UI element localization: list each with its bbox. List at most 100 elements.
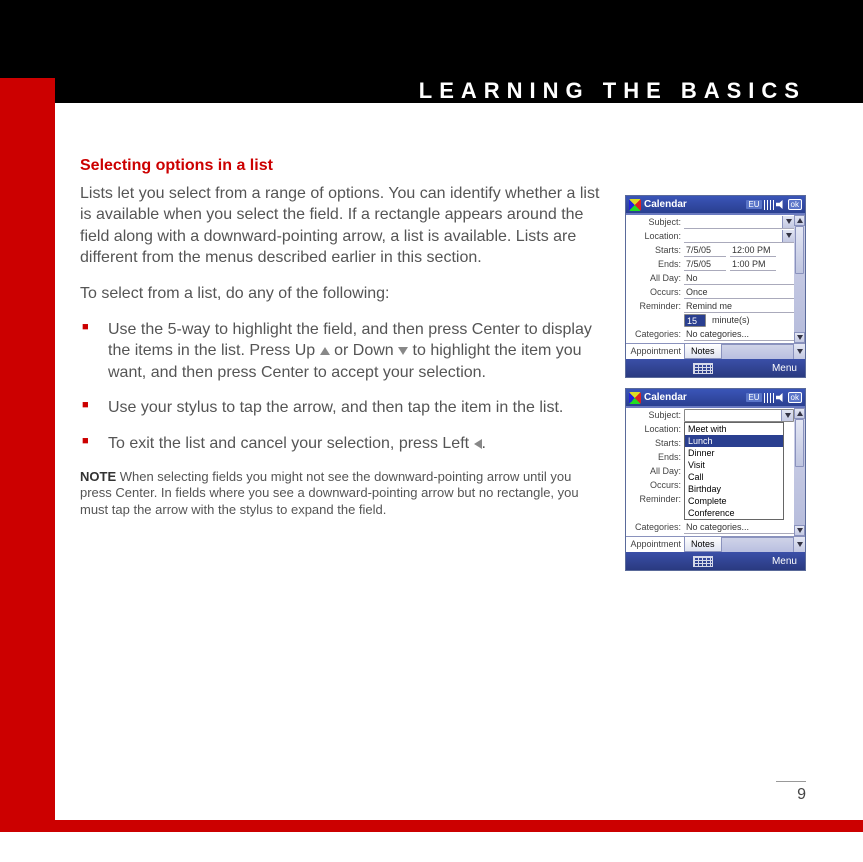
reminder-label: Reminder:: [626, 494, 684, 504]
scroll-thumb[interactable]: [795, 419, 804, 467]
dropdown-arrow-icon[interactable]: [793, 537, 805, 552]
pda1-bottom-bar: Menu: [626, 359, 805, 377]
eu-badge: EU: [746, 393, 761, 402]
categories-label: Categories:: [626, 522, 684, 532]
occurs-label: Occurs:: [626, 480, 684, 490]
ok-button[interactable]: ok: [788, 199, 802, 210]
bullet-1: Use the 5-way to highlight the field, an…: [80, 319, 600, 384]
notes-tab[interactable]: Notes: [684, 537, 722, 552]
list-item[interactable]: Visit: [685, 459, 783, 471]
scroll-thumb[interactable]: [795, 226, 804, 274]
left-icon: [474, 439, 482, 449]
keyboard-icon[interactable]: [693, 363, 713, 374]
location-label: Location:: [626, 231, 684, 241]
location-field[interactable]: [684, 230, 794, 243]
pda2-status-icons: EU ok: [746, 392, 802, 403]
menu-button[interactable]: Menu: [772, 556, 797, 567]
keyboard-icon[interactable]: [693, 556, 713, 567]
ends-label: Ends:: [626, 452, 684, 462]
list-intro: To select from a list, do any of the fol…: [80, 283, 600, 305]
tab-filler: [722, 344, 805, 359]
reminder-num-field[interactable]: 15: [684, 314, 706, 327]
pda1-status-icons: EU ok: [746, 199, 802, 210]
categories-field[interactable]: No categories...: [684, 328, 794, 341]
subject-label: Subject:: [626, 410, 684, 420]
subject-field[interactable]: [684, 409, 794, 422]
list-item[interactable]: Conference: [685, 507, 783, 519]
list-item[interactable]: Dinner: [685, 447, 783, 459]
section-heading: Selecting options in a list: [80, 155, 600, 177]
starts-time-field[interactable]: 12:00 PM: [730, 244, 776, 257]
scroll-down-button[interactable]: [794, 332, 805, 343]
occurs-label: Occurs:: [626, 287, 684, 297]
windows-flag-icon: [629, 392, 641, 404]
speaker-icon: [776, 200, 786, 209]
list-item[interactable]: Meet with: [685, 423, 783, 435]
list-item[interactable]: Lunch: [685, 435, 783, 447]
pda2-tabbar: Appointment Notes: [626, 536, 805, 552]
dropdown-arrow-icon[interactable]: [793, 344, 805, 359]
pda1-tabbar: Appointment Notes: [626, 343, 805, 359]
subject-field[interactable]: [684, 216, 794, 229]
starts-label: Starts:: [626, 438, 684, 448]
menu-button[interactable]: Menu: [772, 363, 797, 374]
pda1-title-bar: Calendar EU ok: [626, 196, 805, 213]
reminder-label: Reminder:: [626, 301, 684, 311]
note-label: NOTE: [80, 469, 116, 484]
list-item[interactable]: Call: [685, 471, 783, 483]
dropdown-arrow-icon[interactable]: [782, 230, 794, 242]
side-banner: [0, 78, 55, 820]
scroll-track[interactable]: [794, 226, 805, 332]
allday-field[interactable]: No: [684, 272, 794, 285]
pda2-title-bar: Calendar EU ok: [626, 389, 805, 406]
dropdown-arrow-icon[interactable]: [781, 409, 793, 422]
ends-time-field[interactable]: 1:00 PM: [730, 258, 776, 271]
list-item[interactable]: Complete: [685, 495, 783, 507]
appointment-label: Appointment: [626, 537, 684, 552]
scroll-down-button[interactable]: [794, 525, 805, 536]
notes-tab[interactable]: Notes: [684, 344, 722, 359]
pda2-scrollbar[interactable]: [794, 408, 805, 536]
location-label: Location:: [626, 424, 684, 434]
note-paragraph: NOTE When selecting fields you might not…: [80, 469, 600, 520]
ok-button[interactable]: ok: [788, 392, 802, 403]
instruction-list: Use the 5-way to highlight the field, an…: [80, 319, 600, 455]
screenshot-stack: Calendar EU ok Subject: Location: Starts…: [625, 195, 806, 581]
dropdown-arrow-icon[interactable]: [782, 216, 794, 228]
list-item[interactable]: Birthday: [685, 483, 783, 495]
allday-label: All Day:: [626, 466, 684, 476]
scroll-track[interactable]: [794, 419, 805, 525]
reminder-field[interactable]: Remind me: [684, 300, 794, 313]
tab-filler: [722, 537, 805, 552]
up-icon: [320, 347, 330, 355]
down-icon: [398, 347, 408, 355]
scroll-up-button[interactable]: [794, 215, 805, 226]
intro-paragraph: Lists let you select from a range of opt…: [80, 183, 600, 269]
pda-screenshot-2: Calendar EU ok Subject: Location: Starts…: [625, 388, 806, 571]
speaker-icon: [776, 393, 786, 402]
windows-flag-icon: [629, 199, 641, 211]
bottom-banner: [0, 820, 863, 832]
reminder-unit-field[interactable]: minute(s): [710, 314, 794, 327]
allday-label: All Day:: [626, 273, 684, 283]
chapter-title: LEARNING THE BASICS: [419, 78, 806, 104]
occurs-field[interactable]: Once: [684, 286, 794, 299]
ends-date-field[interactable]: 7/5/05: [684, 258, 726, 271]
pda2-form: Subject: Location: Starts: Ends: All Day…: [626, 408, 805, 536]
pda1-scrollbar[interactable]: [794, 215, 805, 343]
ends-label: Ends:: [626, 259, 684, 269]
categories-field[interactable]: No categories...: [684, 521, 794, 534]
bullet-2: Use your stylus to tap the arrow, and th…: [80, 397, 600, 419]
signal-icon: [764, 393, 774, 403]
appointment-label: Appointment: [626, 344, 684, 359]
subject-label: Subject:: [626, 217, 684, 227]
starts-date-field[interactable]: 7/5/05: [684, 244, 726, 257]
subject-dropdown-list[interactable]: Meet with Lunch Dinner Visit Call Birthd…: [684, 422, 784, 520]
categories-label: Categories:: [626, 329, 684, 339]
pda1-app-title: Calendar: [644, 199, 743, 210]
body-text: Selecting options in a list Lists let yo…: [80, 155, 600, 519]
scroll-up-button[interactable]: [794, 408, 805, 419]
pda2-bottom-bar: Menu: [626, 552, 805, 570]
pda1-form: Subject: Location: Starts: 7/5/05 12:00 …: [626, 215, 805, 343]
bullet-3: To exit the list and cancel your selecti…: [80, 433, 600, 455]
